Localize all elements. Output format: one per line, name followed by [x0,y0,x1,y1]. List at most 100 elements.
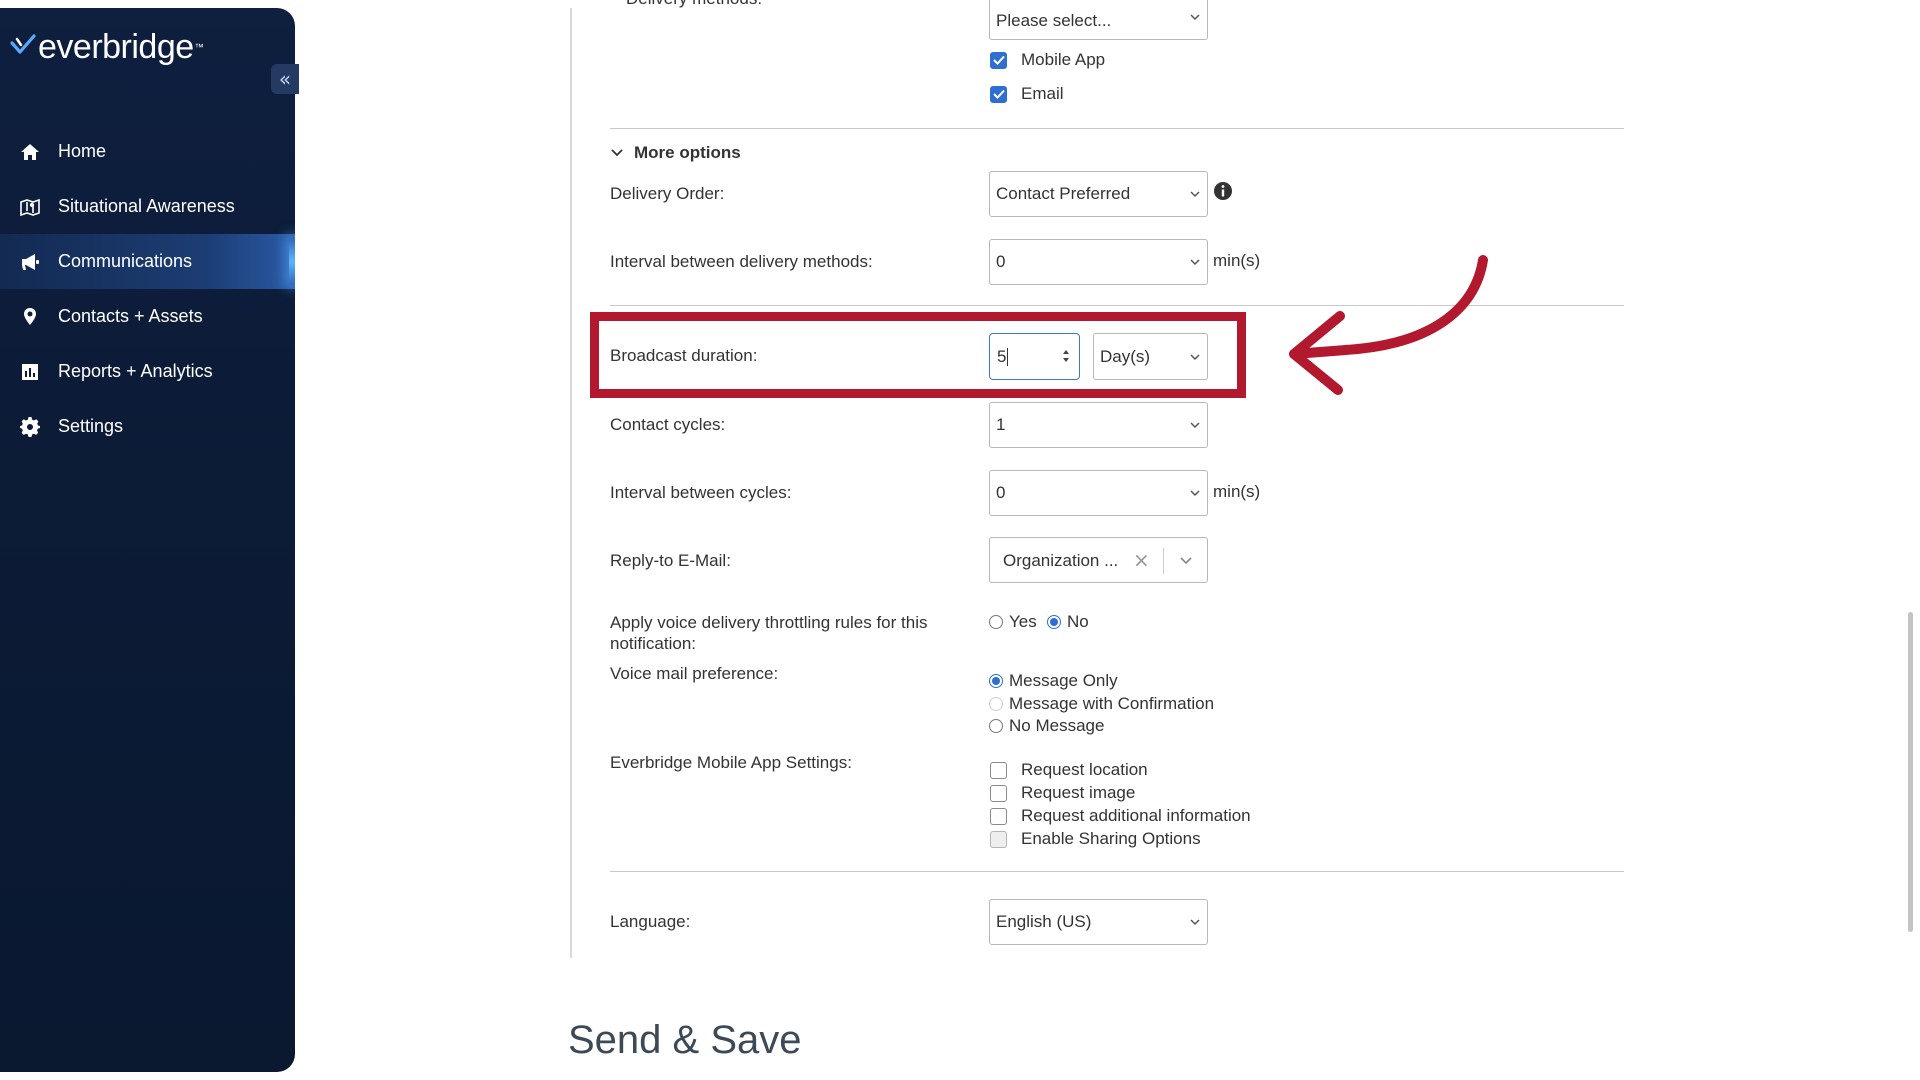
no-message-radio[interactable] [989,719,1003,733]
chevron-down-icon [1190,422,1200,429]
contact-cycles-label: Contact cycles: [610,415,726,434]
interval-cycles-label: Interval between cycles: [610,483,792,502]
nav-item-reports-analytics[interactable]: Reports + Analytics [0,344,295,399]
voice-mail-option-message-only[interactable]: Message Only [989,671,1118,691]
interval-cycles-select[interactable]: 0 [989,470,1208,516]
divider [610,128,1624,129]
message-only-label: Message Only [1009,671,1118,690]
chevron-down-icon [1190,259,1200,266]
reply-to-email-value: Organization ... [1003,551,1119,570]
interval-delivery-label: Interval between delivery methods: [610,252,873,271]
checkbox-email[interactable]: Email [990,84,1064,104]
chevron-down-icon[interactable] [1179,555,1193,567]
checkbox-mobile-app[interactable]: Mobile App [990,50,1105,70]
voice-throttling-yes[interactable]: Yes [989,612,1037,632]
megaphone-icon [20,252,40,272]
voice-throttling-no-label: No [1067,612,1089,631]
enable-sharing-label: Enable Sharing Options [1021,829,1201,848]
chevron-down-icon [1190,191,1200,198]
divider [610,871,1624,872]
request-image-option[interactable]: Request image [990,783,1135,803]
interval-cycles-unit: min(s) [1213,482,1261,501]
mobile-app-label: Mobile App [1021,50,1106,69]
clear-icon[interactable]: × [1133,548,1150,572]
voice-mail-option-no-message[interactable]: No Message [989,716,1104,736]
map-icon [20,197,40,217]
nav-label-settings: Settings [58,416,124,436]
interval-delivery-unit: min(s) [1213,251,1261,270]
more-options-label: More options [634,143,741,162]
section-title-send-save: Send & Save [568,1018,802,1062]
checkmark-icon [992,89,1005,99]
language-value: English (US) [996,912,1092,931]
info-icon[interactable] [1213,181,1233,201]
delivery-methods-label: Delivery methods: [626,0,762,9]
more-options-toggle[interactable]: More options [610,143,741,163]
logo-check-icon [10,34,36,54]
gear-icon [20,416,40,437]
sidebar: everbridge ™ Home Situational Awareness … [0,8,295,1072]
interval-cycles-value: 0 [996,483,1006,502]
enable-sharing-option[interactable]: Enable Sharing Options [990,829,1201,849]
enable-sharing-checkbox[interactable] [990,830,1007,848]
section-left-border [570,8,572,958]
voice-throttling-no[interactable]: No [1047,612,1089,632]
nav-item-home[interactable]: Home [0,124,295,179]
delivery-order-value: Contact Preferred [996,184,1131,203]
voice-throttling-label-line1: Apply voice delivery throttling rules fo… [610,613,928,632]
voice-throttling-yes-label: Yes [1009,612,1037,631]
scrollbar[interactable] [1908,612,1913,932]
message-only-radio[interactable] [989,674,1003,688]
nav-label-situational-awareness: Situational Awareness [58,196,235,216]
logo-text: everbridge [38,27,194,66]
voice-mail-option-with-confirmation[interactable]: Message with Confirmation [989,694,1214,714]
voice-throttling-label-line2: notification: [610,634,696,653]
nav-item-communications[interactable]: Communications [0,234,295,289]
request-location-checkbox[interactable] [990,761,1007,779]
annotation-arrow-icon [1289,255,1488,395]
reply-to-email-label: Reply-to E-Mail: [610,551,731,570]
contact-cycles-select[interactable]: 1 [989,402,1208,448]
location-pin-icon [20,307,40,327]
bar-chart-icon [20,362,40,382]
highlight-box [590,312,1246,398]
request-additional-info-checkbox[interactable] [990,807,1007,825]
delivery-order-select[interactable]: Contact Preferred [989,171,1208,217]
request-additional-info-label: Request additional information [1021,806,1251,825]
language-select[interactable]: English (US) [989,899,1208,945]
collapse-sidebar-button[interactable]: « [271,64,299,94]
chevron-down-icon [1190,14,1200,21]
request-image-label: Request image [1021,783,1136,802]
select-separator [1163,548,1164,574]
voice-throttling-no-radio[interactable] [1047,615,1061,629]
interval-delivery-value: 0 [996,252,1006,271]
email-checkbox[interactable] [990,85,1007,103]
no-message-label: No Message [1009,716,1105,735]
double-chevron-left-icon: « [278,67,292,91]
home-icon [20,142,40,162]
delivery-order-label: Delivery Order: [610,184,725,203]
email-label: Email [1021,84,1064,103]
voice-throttling-label: Apply voice delivery throttling rules fo… [610,612,927,654]
chevron-down-icon [611,149,623,157]
nav-label-contacts-assets: Contacts + Assets [58,306,203,326]
message-with-confirmation-label: Message with Confirmation [1009,694,1215,713]
request-location-option[interactable]: Request location [990,760,1148,780]
delivery-methods-select[interactable]: Please select... [989,0,1208,40]
everbridge-logo[interactable]: everbridge ™ [10,22,204,72]
message-with-confirmation-radio[interactable] [989,697,1003,711]
voice-throttling-yes-radio[interactable] [989,615,1003,629]
nav-item-settings[interactable]: Settings [0,399,295,454]
language-label: Language: [610,912,691,931]
nav-label-home: Home [58,141,107,161]
reply-to-email-select[interactable]: Organization ... × [989,537,1208,583]
request-additional-info-option[interactable]: Request additional information [990,806,1251,826]
mobile-app-settings-label: Everbridge Mobile App Settings: [610,753,852,772]
request-image-checkbox[interactable] [990,784,1007,802]
mobile-app-checkbox[interactable] [990,51,1007,69]
contact-cycles-value: 1 [996,415,1006,434]
nav-item-situational-awareness[interactable]: Situational Awareness [0,179,295,234]
interval-delivery-select[interactable]: 0 [989,239,1208,285]
nav-item-contacts-assets[interactable]: Contacts + Assets [0,289,295,344]
logo-trademark: ™ [194,42,204,52]
